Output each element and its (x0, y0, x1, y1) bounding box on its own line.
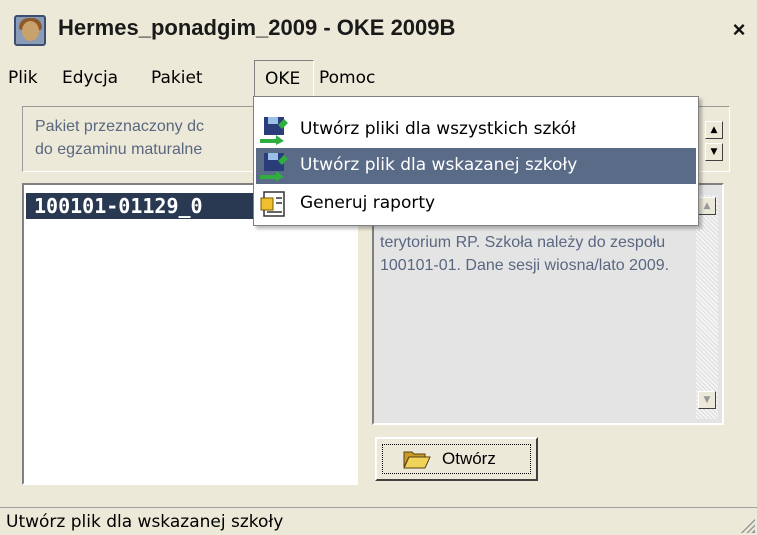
export-disk-icon (260, 153, 288, 181)
scroll-up-button[interactable]: ▲ (705, 121, 723, 139)
scroll-down-button[interactable]: ▼ (705, 143, 723, 161)
menu-pakiet[interactable]: Pakiet (151, 60, 203, 97)
menu-edycja[interactable]: Edycja (62, 60, 118, 97)
menu-item-label: Generuj raporty (300, 193, 436, 213)
status-text: Utwórz plik dla wskazanej szkoły (6, 512, 284, 532)
resize-grip-icon[interactable] (739, 517, 755, 533)
menu-item-label: Utwórz pliki dla wszystkich szkół (300, 119, 576, 139)
menu-oke[interactable]: OKE (254, 60, 314, 97)
menu-item-create-all-schools[interactable]: Utwórz pliki dla wszystkich szkół (256, 112, 696, 148)
app-window: Hermes_ponadgim_2009 - OKE 2009B × Plik … (0, 0, 757, 535)
menu-item-label: Utwórz plik dla wskazanej szkoły (300, 155, 578, 175)
menu-pomoc[interactable]: Pomoc (319, 60, 375, 97)
report-icon (260, 191, 285, 217)
window-title: Hermes_ponadgim_2009 - OKE 2009B (58, 15, 456, 40)
open-button-label: Otwórz (442, 449, 496, 468)
menu-plik[interactable]: Plik (8, 60, 38, 97)
export-disk-icon (260, 117, 288, 145)
menu-bar: Plik Edycja Pakiet OKE Pomoc (0, 60, 757, 97)
description-scrollbar[interactable] (696, 195, 718, 419)
close-button[interactable]: × (726, 16, 752, 44)
package-list[interactable]: 100101-01129_0 (22, 183, 358, 485)
desc-scroll-up-button[interactable]: ▲ (698, 197, 716, 215)
menu-item-generate-reports[interactable]: Generuj raporty (256, 186, 696, 222)
app-portrait-icon (14, 15, 46, 46)
oke-dropdown-menu: Utwórz pliki dla wszystkich szkół Utwórz… (253, 96, 699, 226)
open-button[interactable]: Otwórz (375, 437, 538, 481)
status-bar: Utwórz plik dla wskazanej szkoły (0, 507, 757, 535)
desc-scroll-down-button[interactable]: ▼ (698, 391, 716, 409)
menu-item-create-selected-school[interactable]: Utwórz plik dla wskazanej szkoły (256, 148, 696, 184)
description-text: terytorium RP. Szkoła należy do zespołu … (380, 234, 670, 274)
open-folder-icon (403, 451, 431, 469)
title-bar[interactable]: Hermes_ponadgim_2009 - OKE 2009B × (0, 0, 757, 60)
